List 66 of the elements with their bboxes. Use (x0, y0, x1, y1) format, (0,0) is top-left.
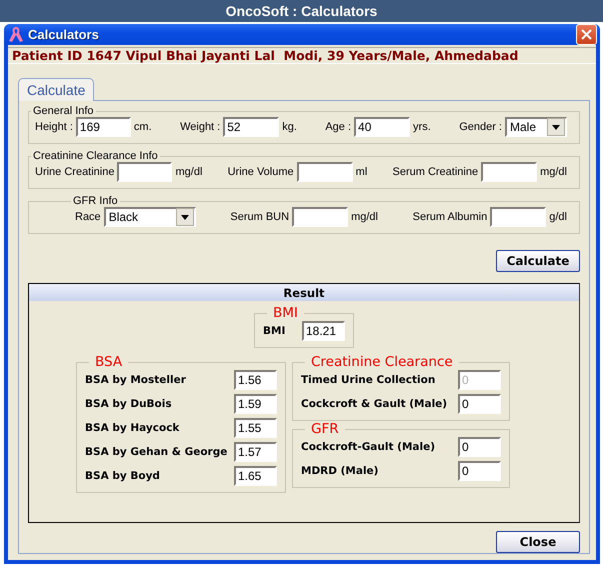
result-label: Cockcroft & Gault (Male) (301, 398, 448, 410)
field-label: Age : (325, 121, 352, 133)
field-label: Race (75, 211, 101, 223)
unit-label: mg/dl (351, 211, 378, 223)
result-label: Cockcroft-Gault (Male) (301, 441, 435, 453)
group-title: Creatinine Clearance Info (32, 150, 159, 162)
result-field[interactable]: 1.55 (234, 418, 277, 438)
result-label: Timed Urine Collection (301, 374, 436, 386)
input-field[interactable] (481, 162, 538, 182)
result-header: Result (29, 284, 579, 301)
unit-label: cm. (134, 121, 152, 133)
result-label: BSA by Gehan & George (85, 446, 228, 458)
tab[interactable]: Calculate (18, 78, 94, 101)
result-field[interactable]: 0 (458, 437, 501, 457)
unit-label: mg/dl (175, 166, 202, 178)
result-label: BSA by Boyd (85, 470, 160, 482)
result-field[interactable]: 1.65 (234, 466, 277, 486)
input-field[interactable]: 52 (223, 117, 280, 137)
field-label: Weight : (180, 121, 220, 133)
field-label: Height : (35, 121, 73, 133)
result-field[interactable]: 0 (458, 461, 501, 481)
result-field[interactable]: 1.59 (234, 394, 277, 414)
input-field[interactable]: 40 (354, 117, 410, 137)
field-label: Serum Albumin (412, 211, 488, 223)
close-icon (581, 29, 592, 40)
unit-label: g/dl (549, 211, 567, 223)
group-title: Creatinine Clearance (310, 354, 454, 370)
unit-label: yrs. (413, 121, 431, 133)
group-title: General Info (32, 105, 95, 117)
result-label: BSA by Mosteller (85, 374, 186, 386)
calculate-button[interactable]: Calculate (496, 250, 580, 272)
unit-label: ml (356, 166, 368, 178)
group-title: BMI (272, 305, 299, 321)
unit-label: mg/dl (540, 166, 567, 178)
close-button[interactable]: Close (496, 531, 580, 553)
patient-banner: Patient ID 1647 Vipul Bhai Jayanti Lal Modi, 39 Years/Male, Ahmedabad (8, 47, 596, 64)
result-label: BMI (263, 325, 286, 337)
result-label: MDRD (Male) (301, 465, 378, 477)
field-label: Urine Creatinine (35, 166, 114, 178)
ribbon-icon (8, 26, 24, 44)
input-field[interactable] (117, 162, 172, 182)
input-field[interactable] (292, 207, 348, 227)
result-field[interactable]: 0 (458, 394, 501, 414)
app-title: OncoSoft : Calculators (226, 3, 378, 19)
field-label: Gender : (459, 121, 502, 133)
group-title: BSA (94, 354, 124, 370)
caret-down-icon (552, 124, 560, 130)
field-label: Urine Volume (228, 166, 294, 178)
result-field[interactable]: 1.57 (234, 442, 277, 462)
group-title: GFR (310, 421, 340, 437)
field-label: Serum BUN (230, 211, 290, 223)
window-title: Calculators (28, 27, 100, 42)
input-field[interactable] (490, 207, 546, 227)
field-label: Serum Creatinine (392, 166, 478, 178)
result-field[interactable]: 18.21 (302, 321, 345, 341)
result-label: BSA by Haycock (85, 422, 180, 434)
input-field[interactable]: 169 (76, 117, 131, 137)
dropdown-field[interactable]: Male (505, 117, 567, 137)
group-title: GFR Info (72, 195, 119, 207)
result-label: BSA by DuBois (85, 398, 172, 410)
unit-label: kg. (282, 121, 297, 133)
dropdown-field[interactable]: Black (104, 207, 196, 227)
result-field[interactable]: 1.56 (234, 370, 277, 390)
close-button[interactable] (576, 24, 597, 45)
caret-down-icon (180, 214, 189, 220)
input-field[interactable] (296, 162, 353, 182)
